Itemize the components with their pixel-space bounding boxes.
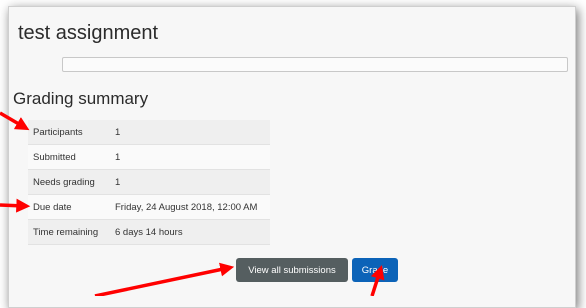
table-row: Due date Friday, 24 August 2018, 12:00 A… bbox=[28, 194, 270, 220]
table-row: Participants 1 bbox=[28, 120, 270, 145]
row-label-time-remaining: Time remaining bbox=[28, 219, 110, 245]
row-label-due-date: Due date bbox=[28, 194, 110, 220]
page-title: test assignment bbox=[18, 22, 159, 44]
view-all-submissions-button[interactable]: View all submissions bbox=[236, 258, 348, 282]
row-label-submitted: Submitted bbox=[28, 144, 110, 170]
row-value-submitted: 1 bbox=[110, 144, 270, 170]
table-row: Submitted 1 bbox=[28, 144, 270, 170]
table-row: Needs grading 1 bbox=[28, 169, 270, 195]
row-value-time-remaining: 6 days 14 hours bbox=[110, 219, 270, 245]
table-row: Time remaining 6 days 14 hours bbox=[28, 219, 270, 245]
row-value-due-date: Friday, 24 August 2018, 12:00 AM bbox=[110, 194, 270, 220]
grading-summary-heading: Grading summary bbox=[13, 89, 149, 108]
row-label-needs-grading: Needs grading bbox=[28, 169, 110, 195]
row-label-participants: Participants bbox=[28, 120, 110, 145]
row-value-participants: 1 bbox=[110, 120, 270, 145]
grading-summary-table: Participants 1 Submitted 1 Needs grading… bbox=[28, 120, 270, 245]
grade-button[interactable]: Grade bbox=[352, 258, 398, 282]
assignment-intro-box bbox=[62, 57, 568, 72]
row-value-needs-grading: 1 bbox=[110, 169, 270, 195]
